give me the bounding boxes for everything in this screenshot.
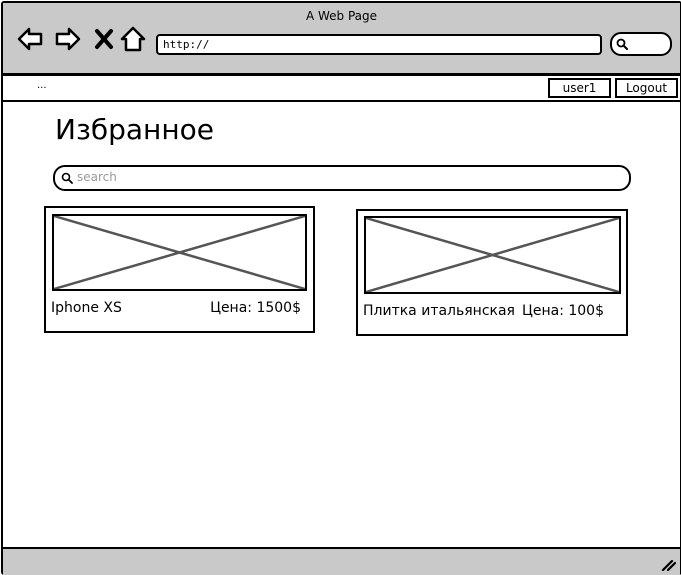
product-price: Цена: 100$: [521, 303, 604, 319]
product-image-placeholder: [52, 214, 307, 291]
product-image-placeholder: [364, 216, 621, 294]
status-bar: [3, 547, 680, 575]
top-menu-bar: ... user1 Logout: [3, 75, 680, 102]
home-icon[interactable]: [119, 25, 147, 53]
product-price: Цена: 1500$: [210, 300, 301, 316]
address-bar[interactable]: http://: [156, 34, 602, 55]
search-input[interactable]: [77, 169, 597, 185]
search-icon: [61, 172, 73, 184]
logout-button[interactable]: Logout: [615, 78, 678, 98]
menu-placeholder[interactable]: ...: [37, 80, 47, 91]
resize-grip-icon[interactable]: [660, 557, 676, 571]
favorite-card[interactable]: Iphone XS Цена: 1500$: [44, 206, 315, 333]
product-name: Плитка итальянская: [363, 303, 515, 319]
browser-chrome: A Web Page http://: [3, 3, 680, 75]
product-name: Iphone XS: [51, 300, 122, 316]
window-title: A Web Page: [305, 9, 378, 23]
forward-arrow-icon[interactable]: [54, 25, 82, 53]
page-title: Избранное: [55, 113, 215, 146]
favorite-card[interactable]: Плитка итальянская Цена: 100$: [356, 209, 628, 336]
search-icon: [616, 38, 628, 50]
user-button[interactable]: user1: [548, 78, 611, 98]
back-arrow-icon[interactable]: [16, 25, 44, 53]
browser-search-box[interactable]: [610, 32, 672, 56]
favorites-search[interactable]: [53, 165, 631, 191]
close-x-icon[interactable]: [91, 25, 119, 53]
browser-window: A Web Page http:// ... user1 Logout Избр…: [1, 1, 681, 575]
